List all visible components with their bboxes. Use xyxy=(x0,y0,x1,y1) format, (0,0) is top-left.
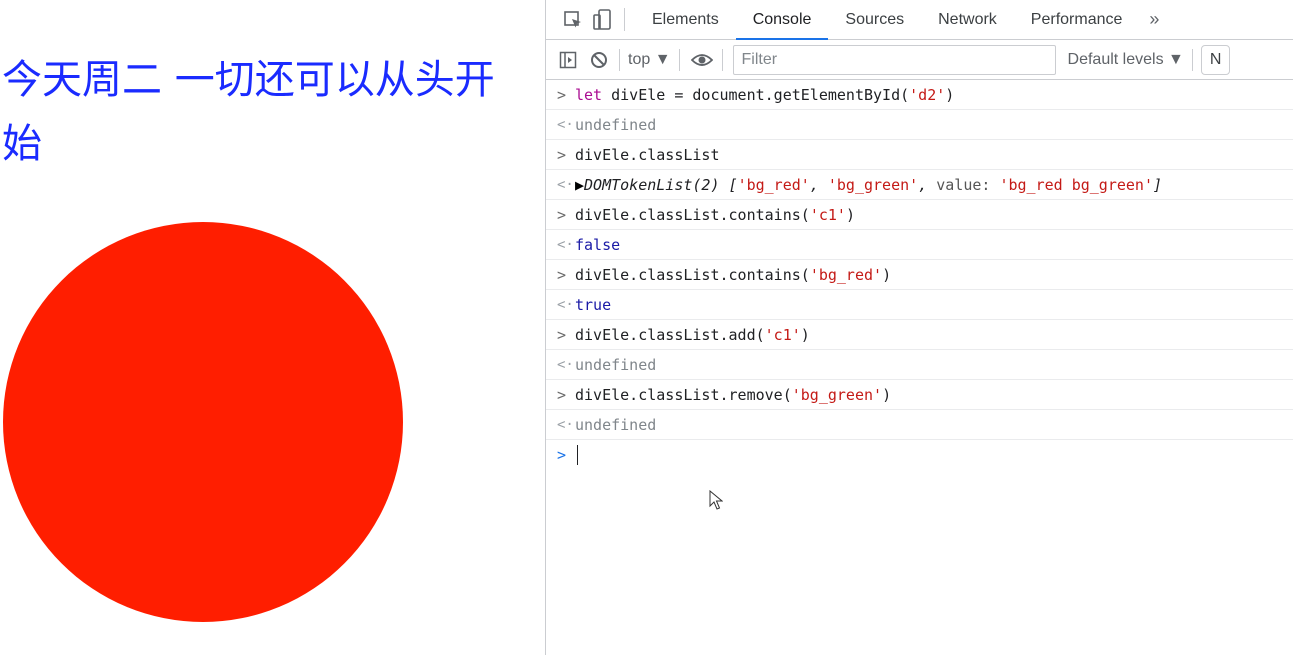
console-result-line: <· true xyxy=(546,290,1293,320)
clear-console-icon[interactable] xyxy=(587,48,611,72)
token-code: divEle.classList.contains( xyxy=(575,265,810,284)
tab-console[interactable]: Console xyxy=(735,0,829,40)
token-code: ) xyxy=(945,85,955,104)
console-result-line: <· undefined xyxy=(546,410,1293,440)
log-levels-select[interactable]: Default levels ▼ xyxy=(1068,51,1184,69)
console-text: false xyxy=(575,236,620,254)
console-input-line: > divEle.classList xyxy=(546,140,1293,170)
token-str: 'bg_red' xyxy=(809,265,883,284)
token-code: ) xyxy=(882,385,892,404)
tab-network[interactable]: Network xyxy=(921,0,1014,39)
console-input-line: > divEle.classList.contains('c1') xyxy=(546,200,1293,230)
token-undef: undefined xyxy=(575,115,657,134)
tab-performance[interactable]: Performance xyxy=(1014,0,1140,39)
input-chevron-icon: > xyxy=(557,325,567,344)
token-code: ) xyxy=(882,265,892,284)
token-str: 'c1' xyxy=(809,205,846,224)
token-code: ) xyxy=(845,205,855,224)
token-code: ) xyxy=(800,325,810,344)
input-chevron-icon: > xyxy=(557,205,567,224)
token-code: divEle.classList.contains( xyxy=(575,205,810,224)
expand-triangle-icon[interactable]: ▶ xyxy=(575,176,584,194)
console-result-line: <· undefined xyxy=(546,110,1293,140)
token-prop: value: xyxy=(936,175,1000,194)
token-str: 'd2' xyxy=(909,85,946,104)
tab-sources[interactable]: Sources xyxy=(828,0,921,39)
token-code: divEle = document.getElementById( xyxy=(602,85,910,104)
console-filter-input[interactable] xyxy=(732,44,1056,75)
console-toolbar: top ▼ Default levels ▼ N xyxy=(546,40,1293,80)
token-bool: false xyxy=(575,235,621,254)
token-obj: , xyxy=(918,175,937,194)
token-code: divEle.classList xyxy=(575,145,720,164)
console-input-line: > divEle.classList.add('c1') xyxy=(546,320,1293,350)
page-heading: 今天周二 一切还可以从头开始 xyxy=(2,57,495,167)
text-caret xyxy=(577,445,578,465)
console-text[interactable]: ▶DOMTokenList(2) ['bg_red', 'bg_green', … xyxy=(575,176,1162,194)
console-text: divEle.classList.add('c1') xyxy=(575,326,810,344)
token-str: 'bg_green' xyxy=(791,385,883,404)
panel-tabs: Elements Console Sources Network Performance xyxy=(635,0,1140,40)
token-kw: let xyxy=(575,85,603,104)
device-toolbar-icon[interactable] xyxy=(588,0,618,39)
input-chevron-icon: > xyxy=(557,265,567,284)
console-result-line: <· ▶DOMTokenList(2) ['bg_red', 'bg_green'… xyxy=(546,170,1293,200)
page-viewport: 今天周二 一切还可以从头开始 xyxy=(0,0,545,655)
js-context-select[interactable]: top ▼ xyxy=(628,51,671,69)
console-result-line: <· undefined xyxy=(546,350,1293,380)
live-expression-eye-icon[interactable] xyxy=(690,48,714,72)
console-result-line: <· false xyxy=(546,230,1293,260)
console-output[interactable]: > let divEle = document.getElementById('d… xyxy=(546,80,1293,510)
issues-button[interactable]: N xyxy=(1200,44,1231,75)
input-chevron-icon: > xyxy=(557,385,567,404)
console-input-line: > divEle.classList.remove('bg_green') xyxy=(546,380,1293,410)
result-arrow-icon: <· xyxy=(557,296,574,313)
token-bool: true xyxy=(575,295,612,314)
toolbar-divider xyxy=(1191,48,1193,71)
inspect-element-icon[interactable] xyxy=(558,0,588,39)
console-text: divEle.classList.remove('bg_green') xyxy=(575,386,891,404)
token-code: divEle.classList.add( xyxy=(575,325,765,344)
result-arrow-icon: <· xyxy=(557,236,574,253)
red-circle-div xyxy=(3,222,403,622)
show-sidebar-icon[interactable] xyxy=(556,48,580,72)
input-chevron-icon: > xyxy=(557,85,567,104)
result-arrow-icon: <· xyxy=(557,416,574,433)
console-input-line: > let divEle = document.getElementById('d… xyxy=(546,80,1293,110)
devtools-panel: Elements Console Sources Network Performance… xyxy=(545,0,1293,655)
console-text: divEle.classList.contains('bg_red') xyxy=(575,266,891,284)
token-str: 'c1' xyxy=(764,325,801,344)
console-prompt-line[interactable]: > xyxy=(546,440,1293,470)
more-tabs-button[interactable]: » xyxy=(1139,0,1169,39)
toolbar-divider xyxy=(678,48,680,71)
input-chevron-icon: > xyxy=(557,145,567,164)
token-undef: undefined xyxy=(575,355,657,374)
devtools-tabbar: Elements Console Sources Network Performance… xyxy=(546,0,1293,40)
console-text: undefined xyxy=(575,416,656,434)
console-text: undefined xyxy=(575,356,656,374)
toolbar-divider xyxy=(721,48,723,71)
console-input-line: > divEle.classList.contains('bg_red') xyxy=(546,260,1293,290)
token-obj: , xyxy=(809,175,828,194)
token-str: 'bg_red' xyxy=(737,175,810,194)
token-str: 'bg_red bg_green' xyxy=(999,175,1153,194)
console-text: true xyxy=(575,296,611,314)
console-text: undefined xyxy=(575,116,656,134)
token-obj: DOMTokenList(2) [ xyxy=(584,175,738,194)
console-text: let divEle = document.getElementById('d2… xyxy=(575,86,954,104)
prompt-chevron-icon: > xyxy=(557,446,567,464)
token-undef: undefined xyxy=(575,415,657,434)
token-str: 'bg_green' xyxy=(827,175,919,194)
result-arrow-icon: <· xyxy=(557,356,574,373)
console-text: divEle.classList.contains('c1') xyxy=(575,206,855,224)
result-arrow-icon: <· xyxy=(557,116,574,133)
result-arrow-icon: <· xyxy=(557,176,574,193)
toolbar-divider xyxy=(619,48,620,71)
tabbar-divider xyxy=(624,8,625,31)
mouse-pointer-icon xyxy=(709,489,724,515)
tab-elements[interactable]: Elements xyxy=(635,0,736,39)
token-code: divEle.classList.remove( xyxy=(575,385,792,404)
console-text: divEle.classList xyxy=(575,146,720,164)
token-obj: ] xyxy=(1153,175,1163,194)
